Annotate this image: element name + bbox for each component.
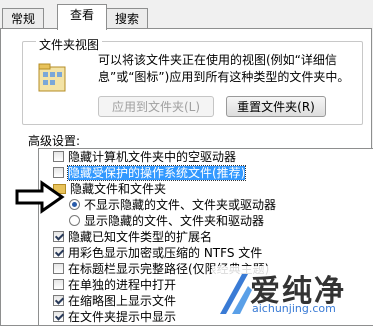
checkbox[interactable]: [53, 167, 64, 178]
watermark-url: aichunjing.com: [252, 302, 336, 315]
list-item-label: 在单独的进程中打开: [68, 278, 177, 292]
radio-button[interactable]: [69, 199, 80, 210]
list-item[interactable]: 显示隐藏的文件、文件夹和驱动器: [39, 213, 264, 230]
checkbox[interactable]: [53, 263, 64, 274]
list-item[interactable]: 用彩色显示加密或压缩的 NTFS 文件: [39, 245, 262, 262]
radio-button[interactable]: [69, 215, 80, 226]
checkbox[interactable]: [53, 311, 64, 322]
folder-view-icon: [38, 63, 66, 92]
list-item-label: 隐藏已知文件类型的扩展名: [68, 230, 213, 244]
list-item-label: 在缩略图上显示文件: [68, 294, 177, 308]
tab-search[interactable]: 搜索: [106, 8, 148, 29]
list-item-label: 显示隐藏的文件、文件夹和驱动器: [84, 214, 265, 228]
checkbox[interactable]: [53, 247, 64, 258]
list-item[interactable]: 隐藏受保护的操作系统文件(推荐): [39, 165, 247, 182]
list-item[interactable]: 在缩略图上显示文件: [39, 293, 176, 310]
tab-general[interactable]: 常规: [2, 8, 44, 29]
apply-to-folders-button[interactable]: 应用到文件夹(L): [98, 96, 214, 117]
checkbox[interactable]: [53, 151, 64, 162]
tab-view[interactable]: 查看: [57, 4, 107, 30]
list-item[interactable]: 隐藏已知文件类型的扩展名: [39, 229, 212, 246]
folder-view-description: 可以将该文件夹正在使用的视图(例如“详细信息”或“图标”)应用到所有这种类型的文…: [98, 53, 350, 84]
checkbox[interactable]: [53, 231, 64, 242]
pointer-arrow-icon: [15, 180, 65, 214]
reset-folders-button[interactable]: 重置文件夹(R): [226, 96, 326, 117]
tab-strip: 常规 查看 搜索: [0, 0, 373, 30]
list-item-label: 隐藏计算机文件夹中的空驱动器: [68, 150, 237, 164]
list-item-label: 用彩色显示加密或压缩的 NTFS 文件: [68, 246, 263, 260]
list-item-label: 不显示隐藏的文件、文件夹或驱动器: [84, 198, 277, 212]
list-item-label: 隐藏文件和文件夹: [70, 182, 167, 196]
checkbox[interactable]: [53, 279, 64, 290]
list-item[interactable]: 在单独的进程中打开: [39, 277, 176, 294]
list-item[interactable]: 隐藏计算机文件夹中的空驱动器: [39, 149, 236, 166]
checkbox[interactable]: [53, 295, 64, 306]
list-item[interactable]: 不显示隐藏的文件、文件夹或驱动器: [39, 197, 276, 214]
folder-view-title: 文件夹视图: [36, 36, 103, 53]
list-item[interactable]: 在文件夹提示中显示: [39, 309, 176, 325]
advanced-settings-label: 高级设置:: [28, 134, 81, 148]
list-item-label-selected: 隐藏受保护的操作系统文件(推荐): [66, 165, 247, 181]
